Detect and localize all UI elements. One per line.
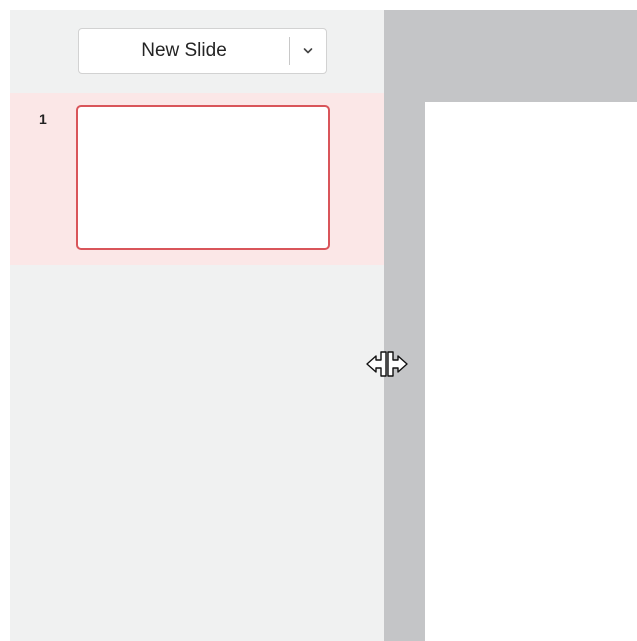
new-slide-split-button: New Slide	[78, 28, 327, 74]
slide-number: 1	[39, 111, 47, 127]
chevron-down-icon	[303, 48, 313, 54]
new-slide-dropdown-button[interactable]	[290, 29, 326, 73]
slide-canvas[interactable]	[425, 102, 637, 641]
pane-splitter[interactable]	[384, 10, 425, 641]
slide-thumbnail[interactable]	[76, 105, 330, 250]
workspace-background	[425, 10, 637, 102]
slide-list-item-selected[interactable]: 1	[10, 93, 384, 265]
left-margin	[0, 10, 10, 641]
top-margin	[0, 0, 637, 10]
resize-horizontal-icon	[366, 351, 408, 377]
new-slide-label: New Slide	[141, 40, 227, 61]
presentation-editor: New Slide 1	[0, 0, 637, 641]
new-slide-button[interactable]: New Slide	[79, 29, 289, 73]
slide-thumbnail-pane[interactable]: New Slide 1	[10, 10, 384, 641]
